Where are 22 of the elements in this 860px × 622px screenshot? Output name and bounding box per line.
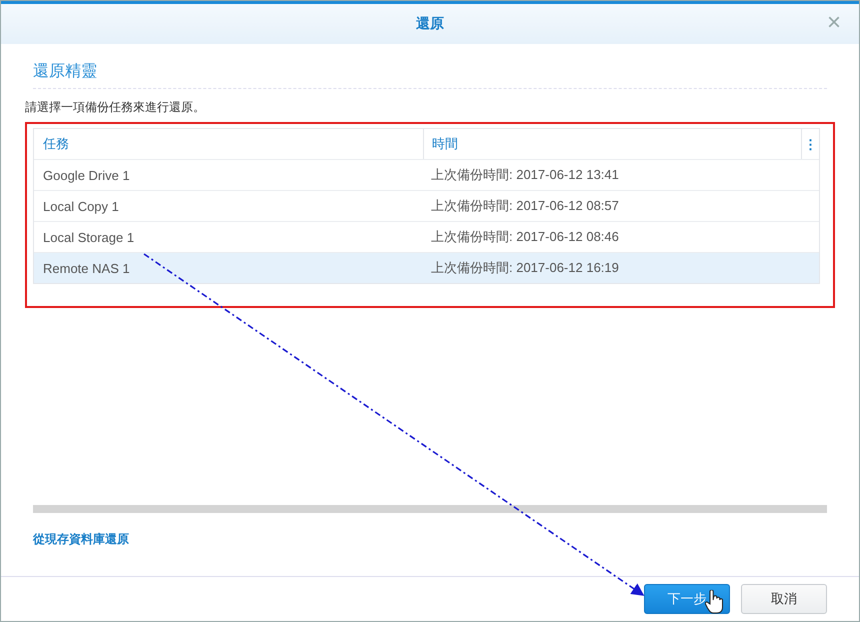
instruction-text: 請選擇一項備份任務來進行還原。 <box>25 99 206 116</box>
table-cell: 上次備份時間: 2017-06-12 13:41 <box>431 167 619 182</box>
table-row[interactable]: Google Drive 1 上次備份時間: 2017-06-12 13:41 <box>34 160 819 191</box>
table-row[interactable]: Local Copy 1 上次備份時間: 2017-06-12 08:57 <box>34 191 819 222</box>
column-menu-button[interactable]: ⋮ <box>801 129 819 159</box>
scrollbar[interactable] <box>33 505 827 513</box>
wizard-title: 還原精靈 <box>33 61 827 89</box>
table-cell: 上次備份時間: 2017-06-12 16:19 <box>431 260 619 275</box>
table-cell: Local Storage 1 <box>43 230 134 244</box>
close-button[interactable]: × <box>826 11 841 35</box>
column-header[interactable]: 時間 <box>423 129 801 159</box>
hand-cursor-icon <box>705 590 723 614</box>
cancel-button[interactable]: 取消 <box>741 584 827 614</box>
table-cell: Google Drive 1 <box>43 168 130 182</box>
window-title: 還原 <box>416 15 444 33</box>
column-header[interactable]: 任務 <box>34 135 423 153</box>
table-cell: Remote NAS 1 <box>43 260 130 276</box>
table-cell: 上次備份時間: 2017-06-12 08:46 <box>431 229 619 244</box>
table-row[interactable]: Remote NAS 1 上次備份時間: 2017-06-12 16:19 <box>34 253 819 283</box>
restore-from-database-link[interactable]: 從現存資料庫還原 <box>33 531 129 548</box>
table-cell: Local Copy 1 <box>43 198 119 214</box>
table-cell: 上次備份時間: 2017-06-12 08:57 <box>431 198 619 213</box>
